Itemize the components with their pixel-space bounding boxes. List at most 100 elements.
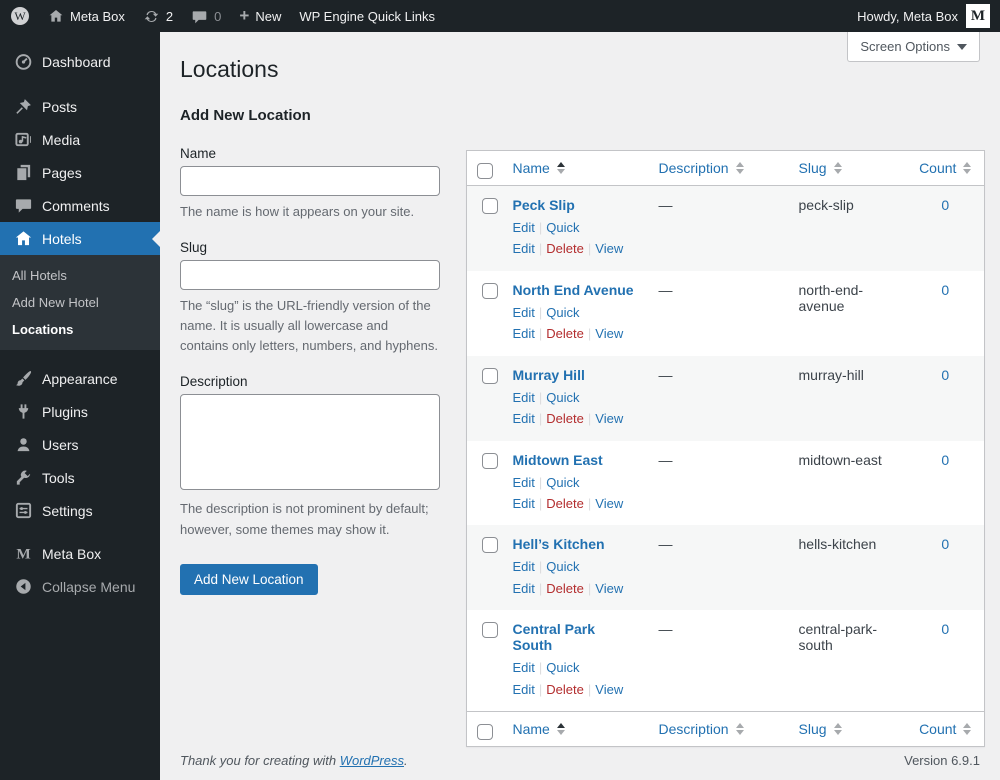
sort-arrows-icon: [963, 723, 972, 736]
row-checkbox[interactable]: [481, 197, 498, 214]
delete-link[interactable]: Delete: [546, 581, 584, 596]
edit-link[interactable]: Edit: [513, 660, 535, 675]
updates-link[interactable]: 2: [143, 8, 173, 25]
row-actions: Edit | Quick Edit | Delete | View: [512, 660, 624, 697]
sidebar-item-comments[interactable]: Comments: [0, 189, 160, 222]
sidebar-item-meta-box[interactable]: M Meta Box: [0, 537, 160, 570]
row-actions: Edit | Quick Edit | Delete | View: [512, 474, 624, 511]
row-checkbox[interactable]: [481, 367, 498, 384]
edit-link[interactable]: Edit: [513, 305, 535, 320]
view-link[interactable]: View: [595, 411, 623, 426]
sort-by-count[interactable]: Count: [919, 160, 972, 176]
sidebar-item-dashboard[interactable]: Dashboard: [0, 45, 160, 78]
delete-link[interactable]: Delete: [546, 241, 584, 256]
term-count-link[interactable]: 0: [941, 621, 949, 637]
term-name-link[interactable]: North End Avenue: [513, 282, 634, 298]
updates-icon: [144, 10, 159, 22]
sidebar-item-users[interactable]: Users: [0, 428, 160, 461]
term-slug: murray-hill: [798, 366, 864, 383]
sort-by-description[interactable]: Description: [659, 721, 744, 737]
sidebar-item-appearance[interactable]: Appearance: [0, 362, 160, 395]
term-description: —: [658, 621, 673, 638]
sidebar-item-collapse-menu[interactable]: Collapse Menu: [0, 570, 160, 603]
howdy-text: Howdy, Meta Box: [857, 8, 958, 24]
view-link[interactable]: View: [595, 241, 623, 256]
submenu-item-all-hotels[interactable]: All Hotels: [0, 262, 160, 289]
delete-link[interactable]: Delete: [546, 496, 584, 511]
delete-link[interactable]: Delete: [546, 326, 584, 341]
sidebar-item-media[interactable]: Media: [0, 123, 160, 156]
sort-by-slug[interactable]: Slug: [799, 160, 842, 176]
slug-input[interactable]: [180, 260, 440, 291]
wordpress-link[interactable]: WordPress: [340, 753, 404, 768]
sort-by-name[interactable]: Name: [513, 721, 565, 737]
sidebar-item-plugins[interactable]: Plugins: [0, 395, 160, 428]
edit-link[interactable]: Edit: [513, 475, 535, 490]
sidebar-item-settings[interactable]: Settings: [0, 494, 160, 527]
version-text: Version 6.9.1: [904, 753, 980, 768]
table-row: Central Park South Edit | Quick Edit | Delet…: [467, 610, 985, 711]
sidebar-item-posts[interactable]: Posts: [0, 90, 160, 123]
new-content-link[interactable]: + New: [239, 7, 281, 24]
sidebar-item-hotels[interactable]: Hotels: [0, 222, 160, 255]
svg-text:M: M: [16, 546, 30, 563]
term-count-link[interactable]: 0: [941, 536, 949, 552]
table-row: North End Avenue Edit | Quick Edit | Delete |…: [467, 271, 985, 356]
table-row: Peck Slip Edit | Quick Edit | Delete | View — …: [466, 185, 985, 271]
view-link[interactable]: View: [595, 581, 623, 596]
view-link[interactable]: View: [595, 326, 623, 341]
description-textarea[interactable]: [180, 394, 440, 491]
sidebar-item-pages[interactable]: Pages: [0, 156, 160, 189]
term-description: —: [658, 196, 673, 213]
row-checkbox[interactable]: [481, 537, 498, 554]
add-new-location-heading: Add New Location: [180, 106, 311, 124]
submenu-item-add-new-hotel[interactable]: Add New Hotel: [0, 289, 160, 316]
submenu-item-locations[interactable]: Locations: [0, 316, 160, 343]
term-name-link[interactable]: Hell’s Kitchen: [513, 536, 605, 552]
term-name-link[interactable]: Murray Hill: [513, 367, 585, 383]
row-checkbox[interactable]: [481, 452, 498, 469]
terms-table: Name Description Slug Count Peck Slip Ed…: [466, 149, 985, 748]
screen-options-button[interactable]: Screen Options: [847, 32, 980, 62]
select-all-checkbox[interactable]: [477, 724, 493, 741]
sort-by-description[interactable]: Description: [659, 160, 744, 176]
row-checkbox[interactable]: [481, 622, 498, 639]
sort-by-name[interactable]: Name: [513, 160, 565, 176]
term-name-link[interactable]: Peck Slip: [513, 197, 575, 213]
add-new-location-button[interactable]: Add New Location: [180, 563, 318, 595]
update-count: 2: [165, 8, 174, 24]
edit-link[interactable]: Edit: [513, 559, 535, 574]
delete-link[interactable]: Delete: [546, 411, 584, 426]
sort-by-slug[interactable]: Slug: [799, 721, 842, 737]
term-slug: north-end-avenue: [798, 281, 864, 314]
add-term-form: Name The name is how it appears on your …: [180, 142, 440, 595]
avatar[interactable]: M: [966, 4, 990, 28]
name-help-text: The name is how it appears on your site.: [180, 203, 415, 219]
edit-link[interactable]: Edit: [513, 220, 535, 235]
delete-link[interactable]: Delete: [546, 682, 584, 697]
view-link[interactable]: View: [595, 682, 623, 697]
term-count-link[interactable]: 0: [941, 367, 949, 383]
site-name-link[interactable]: Meta Box: [48, 8, 125, 24]
wp-engine-quick-links[interactable]: WP Engine Quick Links: [299, 9, 435, 24]
table-row: Midtown East Edit | Quick Edit | Delete | View…: [467, 441, 985, 526]
comments-link[interactable]: 0: [191, 8, 221, 25]
term-count-link[interactable]: 0: [941, 197, 949, 213]
sort-arrows-icon: [833, 723, 842, 736]
row-actions: Edit | Quick Edit | Delete | View: [512, 219, 624, 257]
term-name-link[interactable]: Midtown East: [513, 452, 603, 468]
svg-text:W: W: [14, 9, 26, 23]
description-label: Description: [180, 374, 248, 390]
howdy-account-link[interactable]: Howdy, Meta Box: [857, 9, 958, 24]
view-link[interactable]: View: [595, 496, 623, 511]
row-checkbox[interactable]: [481, 282, 498, 299]
term-count-link[interactable]: 0: [941, 452, 949, 468]
name-input[interactable]: [180, 165, 440, 196]
sort-by-count[interactable]: Count: [919, 721, 972, 737]
term-count-link[interactable]: 0: [941, 282, 949, 298]
sidebar-item-tools[interactable]: Tools: [0, 461, 160, 494]
term-name-link[interactable]: Central Park South: [513, 621, 595, 653]
select-all-checkbox[interactable]: [477, 162, 493, 179]
wordpress-logo-icon[interactable]: W: [10, 6, 30, 26]
edit-link[interactable]: Edit: [513, 390, 535, 405]
